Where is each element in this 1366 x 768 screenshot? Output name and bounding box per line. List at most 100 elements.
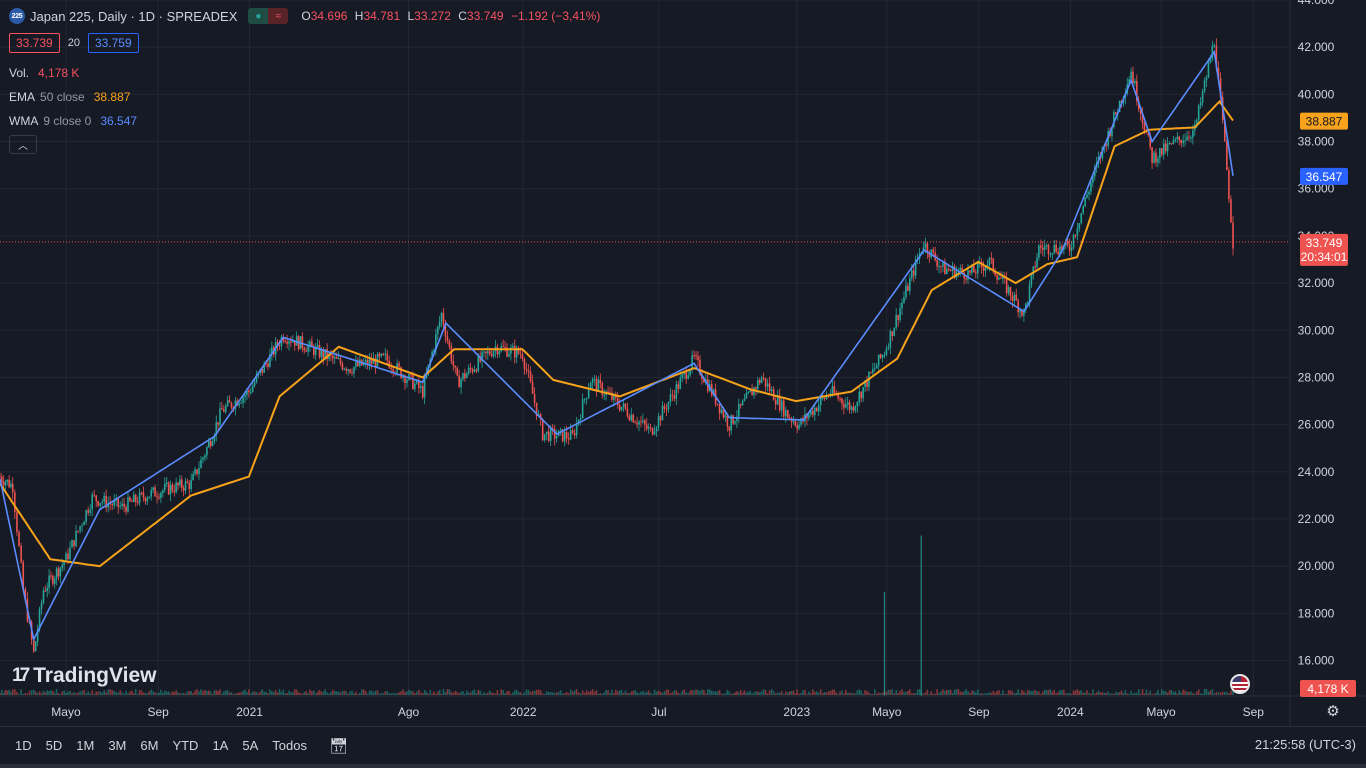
candle-body	[734, 421, 736, 424]
candle-body	[741, 400, 744, 406]
candle-body	[720, 409, 723, 413]
volume-bar	[605, 689, 607, 695]
candle-body	[940, 265, 942, 267]
time-tick-label: Jul	[651, 705, 666, 719]
volume-bar	[994, 692, 996, 695]
volume-bar	[392, 692, 394, 695]
wma-legend[interactable]: WMA 9 close 0 36.547	[9, 114, 137, 128]
candle-body	[129, 497, 131, 501]
sell-price-button[interactable]: 33.739	[9, 33, 60, 53]
volume-bar	[34, 691, 37, 695]
volume-bar	[473, 689, 476, 695]
volume-bar	[267, 693, 269, 695]
price-chart[interactable]: 16.000 18.000 20.000 22.000 24.000 26.000 28.0…	[0, 0, 1366, 726]
candle-body	[739, 403, 742, 406]
price-axis[interactable]: 16.000 18.000 20.000 22.000 24.000 26.000 28.0…	[1289, 0, 1335, 726]
candle-body	[50, 575, 52, 577]
volume-bar	[332, 689, 334, 695]
market-status-pill[interactable]: ● ≈	[248, 8, 289, 24]
clock-timezone[interactable]: 21:25:58 (UTC-3)	[1255, 737, 1356, 752]
volume-bar	[835, 692, 838, 695]
candle-body	[48, 575, 50, 588]
volume-bar	[418, 689, 420, 695]
range-1a-button[interactable]: 1A	[212, 738, 228, 753]
ema-path	[0, 99, 1234, 568]
candle-body	[490, 354, 493, 357]
volume-bar	[502, 690, 504, 695]
volume-bar	[343, 690, 346, 695]
us-flag-icon[interactable]	[1230, 674, 1250, 694]
volume-bar	[307, 693, 309, 695]
volume-bar	[454, 690, 457, 695]
candle-body	[755, 387, 757, 390]
range-5d-button[interactable]: 5D	[46, 738, 63, 753]
volume-bar	[636, 692, 638, 695]
volume-bar	[1092, 689, 1094, 695]
candle-body	[687, 375, 689, 379]
volume-bar	[196, 689, 198, 695]
volume-bar	[823, 691, 826, 695]
volume-bar	[870, 693, 872, 695]
volume-bar	[910, 693, 913, 695]
candle-body	[162, 490, 164, 493]
buy-price-button[interactable]: 33.759	[87, 33, 139, 53]
range-3m-button[interactable]: 3M	[108, 738, 126, 753]
volume-bar	[984, 693, 987, 695]
candle-body	[681, 374, 684, 378]
range-5a-button[interactable]: 5A	[242, 738, 258, 753]
volume-bar	[355, 691, 357, 695]
candle-body	[1153, 152, 1155, 163]
candle-body	[547, 431, 550, 441]
candle-body	[1207, 62, 1210, 78]
volume-bar	[347, 693, 349, 695]
candle-body	[173, 490, 176, 493]
candle-body	[1015, 294, 1018, 301]
candle-body	[345, 368, 348, 371]
volume-bar	[841, 690, 843, 695]
volume-bar	[661, 692, 664, 695]
calendar-goto-icon[interactable]: 📅︎	[329, 737, 348, 755]
volume-price-tag: 4,178 K	[1307, 682, 1348, 696]
volume-bar	[65, 692, 67, 695]
volume-bar	[918, 689, 921, 695]
volume-bar	[222, 691, 225, 695]
range-6m-button[interactable]: 6M	[140, 738, 158, 753]
volume-bar	[774, 693, 777, 695]
volume-bar	[852, 692, 855, 695]
range-1m-button[interactable]: 1M	[76, 738, 94, 753]
candle-body	[897, 315, 899, 320]
time-axis[interactable]: Mayo Sep 2021 Ago 2022 Jul 2023 Mayo Sep 2024 Mayo…	[0, 695, 1366, 719]
candle-body	[990, 257, 993, 259]
candle-body	[893, 327, 896, 337]
volume-bar	[414, 693, 416, 695]
volume-bar	[519, 692, 522, 695]
candle-body	[756, 380, 759, 390]
candle-body	[93, 494, 95, 496]
symbol-legend[interactable]: 225 Japan 225, Daily · 1D · SPREADEX ● ≈…	[9, 8, 604, 24]
ema-legend[interactable]: EMA 50 close 38.887	[9, 90, 130, 104]
collapse-legend-button[interactable]: ︿	[9, 135, 37, 154]
candle-body	[850, 406, 853, 410]
volume-legend[interactable]: Vol. 4,178 K	[9, 66, 79, 80]
quote-row: 33.739 20 33.759	[9, 33, 139, 53]
volume-bar	[1109, 693, 1111, 695]
range-ytd-button[interactable]: YTD	[172, 738, 198, 753]
volume-bar	[992, 691, 995, 695]
candle-body	[240, 402, 242, 404]
volume-bar	[541, 693, 544, 695]
candle-body	[458, 375, 460, 388]
volume-bar	[333, 691, 336, 695]
candle-body	[848, 402, 851, 410]
candle-body	[288, 341, 290, 344]
range-todos-button[interactable]: Todos	[272, 738, 307, 753]
symbol-title[interactable]: Japan 225, Daily · 1D · SPREADEX	[30, 9, 237, 24]
range-1d-button[interactable]: 1D	[15, 738, 32, 753]
candle-body	[988, 257, 991, 265]
candle-body	[132, 494, 135, 502]
candle-body	[946, 269, 948, 275]
volume-bar	[959, 691, 962, 695]
volume-bar	[30, 689, 33, 695]
volume-bar	[179, 693, 181, 695]
gear-icon[interactable]: ⚙	[1325, 703, 1341, 720]
price-tick-label: 42.000	[1298, 40, 1335, 54]
